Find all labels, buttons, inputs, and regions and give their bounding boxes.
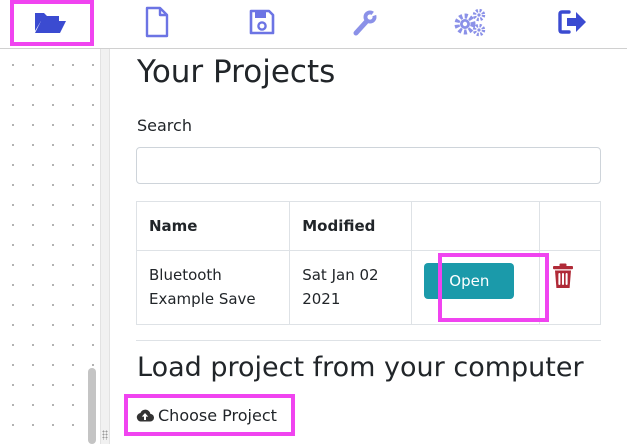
search-label: Search [137, 116, 192, 135]
trash-icon[interactable] [552, 263, 574, 296]
project-modified: Sat Jan 02 2021 [289, 250, 413, 325]
tools-button[interactable] [330, 0, 400, 44]
column-header-delete [538, 201, 602, 251]
toolbar [0, 0, 627, 49]
save-icon [249, 9, 275, 35]
open-project-row-button[interactable]: Open [424, 263, 515, 299]
workspace-scrollbar-thumb[interactable] [88, 368, 96, 444]
column-header-name: Name [135, 201, 291, 251]
open-project-button[interactable] [15, 0, 85, 44]
sign-out-icon [558, 10, 586, 34]
page-title: Your Projects [137, 54, 336, 90]
project-name: Bluetooth Example Save [135, 250, 291, 325]
choose-project-label: Choose Project [158, 405, 277, 425]
exit-button[interactable] [538, 0, 608, 44]
column-header-modified: Modified [289, 201, 413, 251]
new-file-icon [145, 6, 169, 38]
table-row: Bluetooth Example Save Sat Jan 02 2021 O… [135, 250, 602, 325]
blocks-workspace[interactable] [0, 49, 100, 444]
gears-icon [454, 8, 486, 37]
column-header-open [411, 201, 540, 251]
cloud-upload-icon [136, 409, 154, 422]
choose-project-button[interactable]: Choose Project [136, 402, 277, 428]
open-folder-icon [35, 13, 66, 33]
projects-table: Name Modified Bluetooth Example Save Sat… [135, 201, 602, 325]
open-cell: Open [411, 250, 540, 325]
load-section-title: Load project from your computer [137, 352, 584, 383]
splitter-grip-icon[interactable] [102, 430, 108, 440]
section-divider [136, 340, 601, 341]
table-header-row: Name Modified [135, 201, 602, 251]
wrench-icon [353, 9, 379, 36]
new-project-button[interactable] [122, 0, 192, 44]
search-input[interactable] [136, 147, 601, 184]
delete-cell [538, 250, 602, 325]
save-project-button[interactable] [227, 0, 297, 44]
panel-splitter[interactable] [100, 49, 110, 444]
settings-button[interactable] [435, 0, 505, 44]
